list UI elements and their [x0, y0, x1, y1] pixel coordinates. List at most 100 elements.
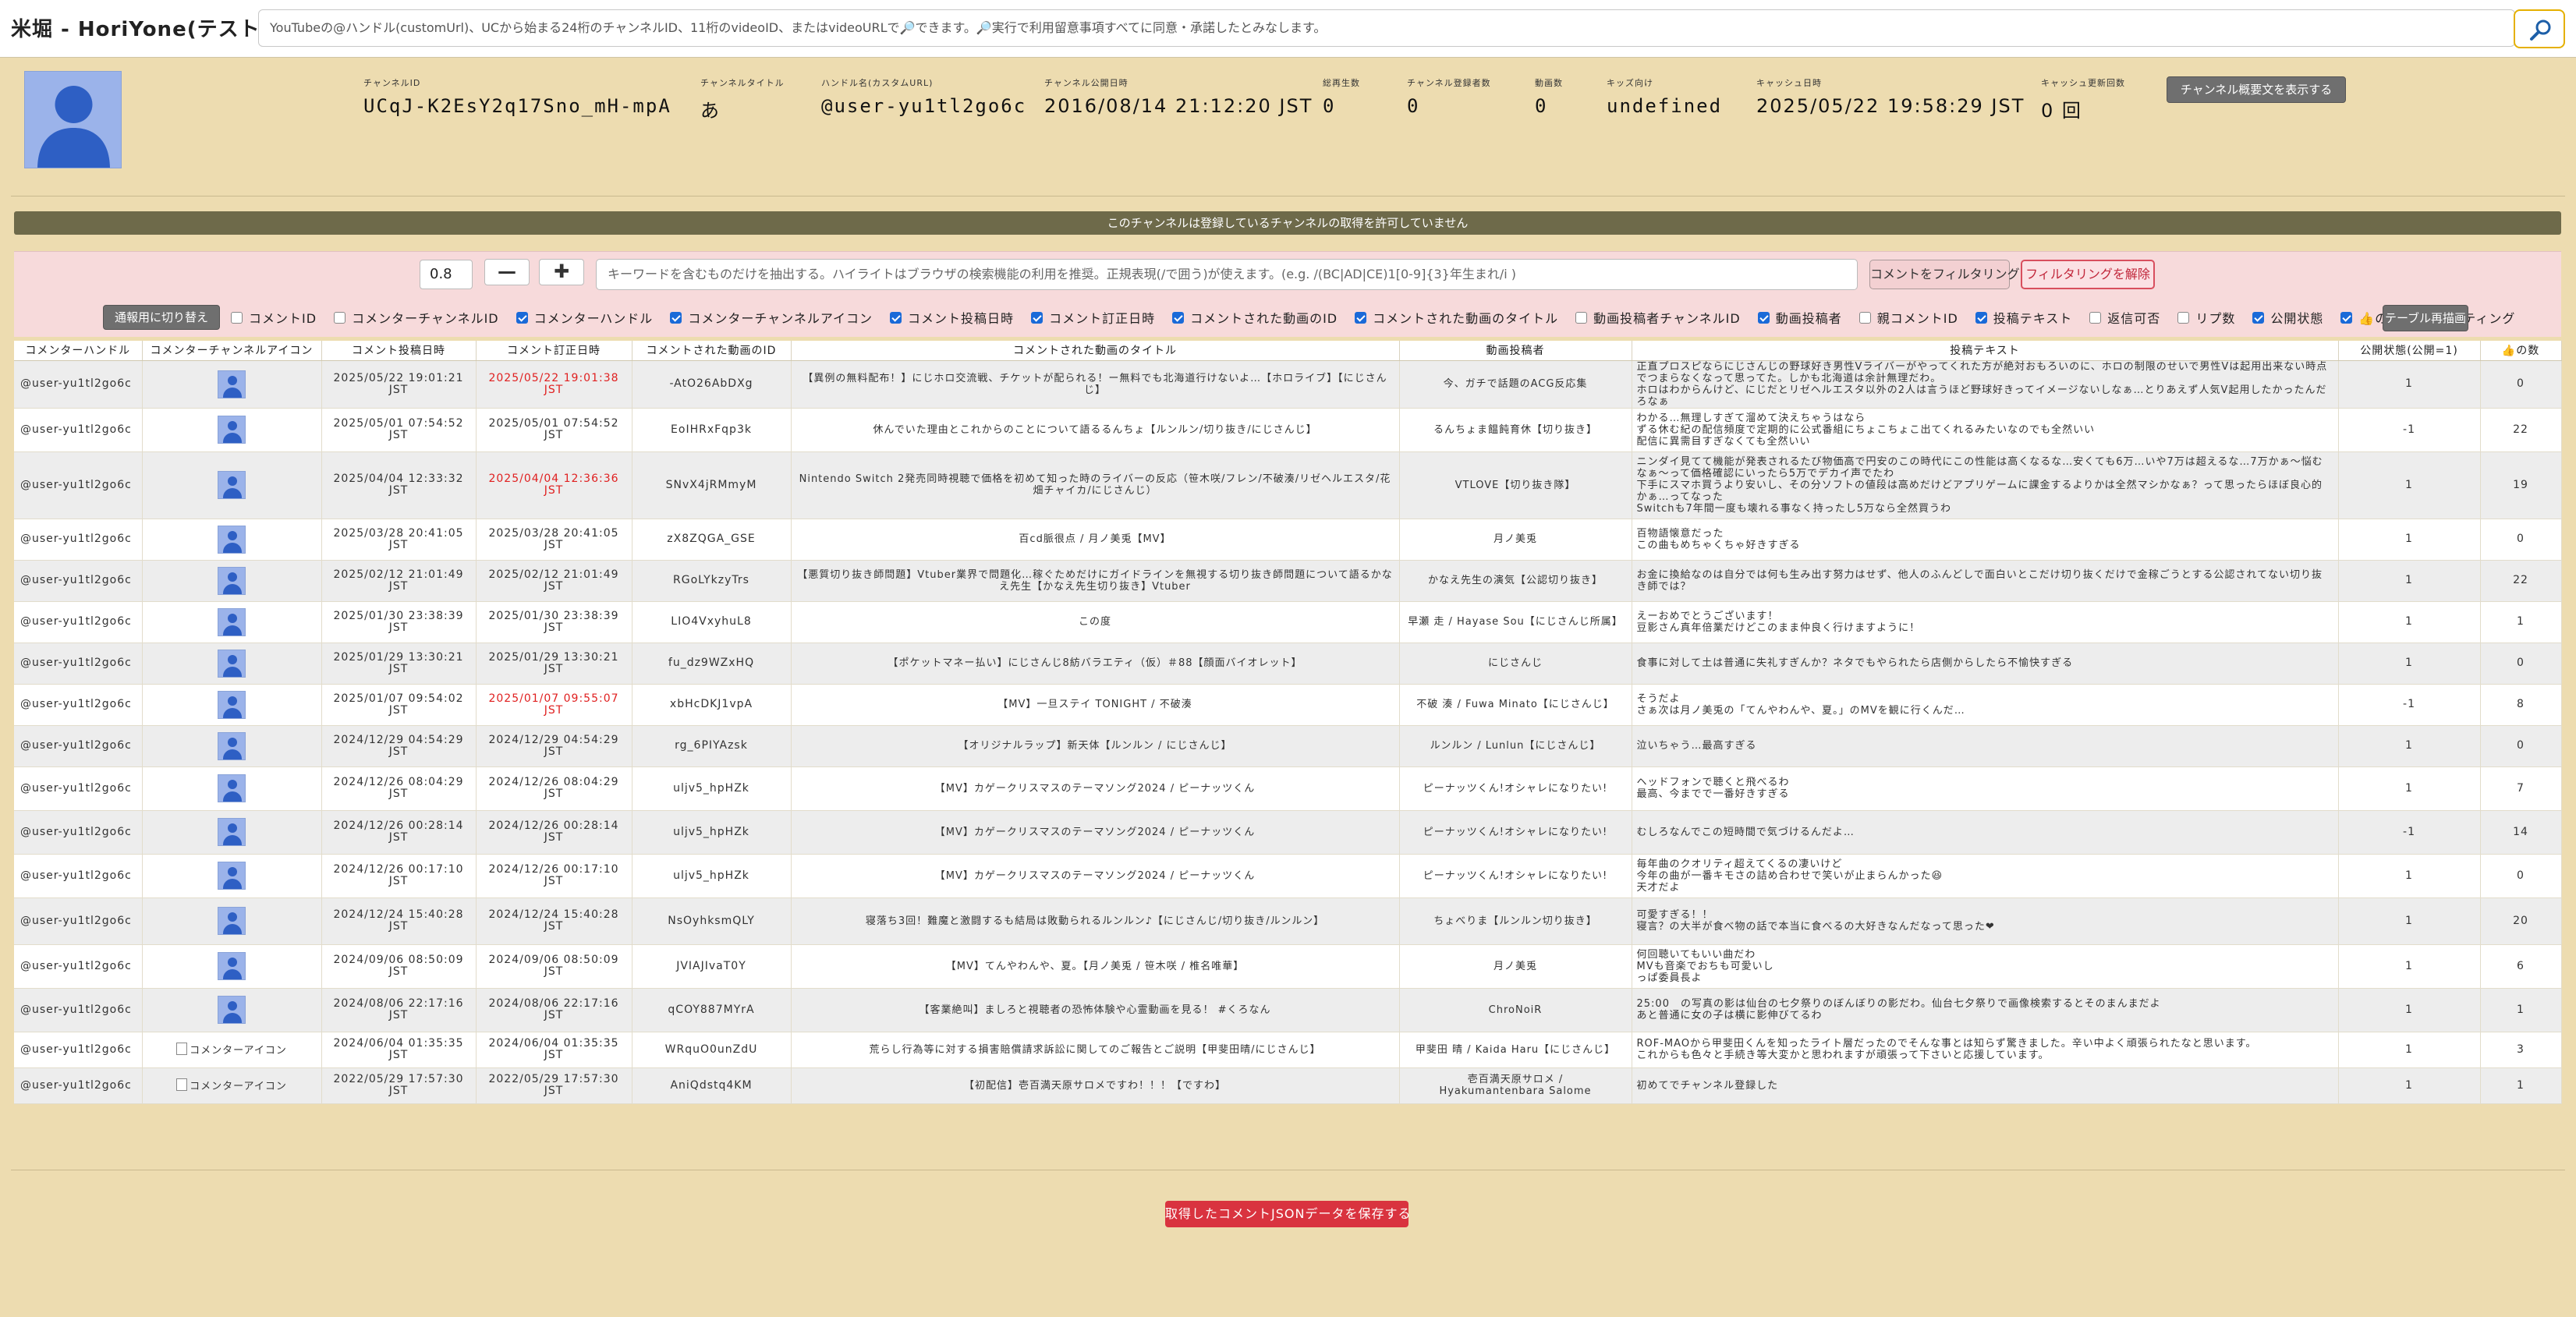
commenter-icon [142, 944, 322, 989]
public-status: -1 [2338, 684, 2481, 726]
edited-datetime: 2025/01/30 23:38:39 JST [476, 601, 632, 643]
comment-text: 正直プロスピならにじさんじの野球好き男性Vライバーがやってくれた方が絶対おもろい… [1632, 360, 2339, 409]
column-header[interactable]: コメント訂正日時 [476, 341, 632, 361]
commenter-handle: @user-yu1tl2go6c [14, 1067, 143, 1104]
checkbox-unchecked-icon[interactable] [2177, 311, 2190, 324]
keyword-filter-input[interactable]: キーワードを含むものだけを抽出する。ハイライトはブラウザの検索機能の利用を推奨。… [596, 259, 1858, 290]
column-toggle-10[interactable]: 親コメントID [1858, 308, 1958, 327]
channel-notice: このチャンネルは登録しているチャンネルの取得を許可していません [14, 211, 2561, 235]
column-toggle-6[interactable]: コメントされた動画のID [1172, 308, 1338, 327]
commenter-handle: @user-yu1tl2go6c [14, 1032, 143, 1068]
column-toggle-11[interactable]: 投稿テキスト [1975, 308, 2073, 327]
column-toggle-4[interactable]: コメント投稿日時 [890, 308, 1014, 327]
video-uploader: ちょべりま【ルンルン切り抜き】 [1399, 897, 1632, 945]
column-toggle-0[interactable]: コメントID [231, 308, 317, 327]
column-header[interactable]: コメントされた動画のタイトル [791, 341, 1400, 361]
checkbox-checked-icon[interactable] [1172, 311, 1185, 324]
posted-datetime: 2025/01/29 13:30:21 JST [321, 643, 477, 685]
checkbox-checked-icon[interactable] [1975, 311, 1987, 324]
commenter-handle: @user-yu1tl2go6c [14, 897, 143, 945]
comment-text: ROF-MAOから甲斐田くんを知ったライト層だったのでそんな事とは知らず驚きまし… [1632, 1032, 2339, 1068]
column-header[interactable]: 👍の数 [2480, 341, 2562, 361]
posted-datetime: 2025/01/30 23:38:39 JST [321, 601, 477, 643]
checkbox-checked-icon[interactable] [2252, 311, 2265, 324]
column-toggle-3[interactable]: コメンターチャンネルアイコン [670, 308, 873, 327]
column-header[interactable]: コメンターチャンネルアイコン [142, 341, 322, 361]
column-toggle-label: 親コメントID [1876, 311, 1958, 326]
column-toggle-9[interactable]: 動画投稿者 [1757, 308, 1842, 327]
edited-datetime: 2022/05/29 17:57:30 JST [476, 1067, 632, 1104]
video-uploader: 月ノ美兎 [1399, 944, 1632, 989]
user-avatar-icon [218, 996, 246, 1024]
posted-datetime: 2024/12/26 08:04:29 JST [321, 766, 477, 811]
checkbox-unchecked-icon[interactable] [334, 311, 346, 324]
video-uploader: ルンルン / Lunlun【にじさんじ】 [1399, 725, 1632, 767]
comment-text: 百物語懐意だった この曲もめちゃくちゃ好きすぎる [1632, 519, 2339, 561]
public-status: 1 [2338, 601, 2481, 643]
column-toggle-12[interactable]: 返信可否 [2089, 308, 2160, 327]
column-header[interactable]: コメント投稿日時 [321, 341, 477, 361]
checkbox-checked-icon[interactable] [1031, 311, 1044, 324]
save-json-button[interactable]: 取得したコメントJSONデータを保存する [1165, 1201, 1410, 1227]
subscribers-field: チャンネル登録者数 0 [1407, 78, 1491, 117]
public-status: -1 [2338, 408, 2481, 452]
video-id: -AtO26AbDXg [632, 360, 792, 409]
checkbox-checked-icon[interactable] [2340, 311, 2353, 324]
video-title: 【ポケットマネー払い】にじさんじ8紡バラエティ（仮）＃88【顔面バイオレット】 [791, 643, 1400, 685]
checkbox-unchecked-icon[interactable] [1858, 311, 1871, 324]
column-header[interactable]: 動画投稿者 [1399, 341, 1632, 361]
checkbox-unchecked-icon[interactable] [1575, 311, 1588, 324]
video-uploader: 不破 湊 / Fuwa Minato【にじさんじ】 [1399, 684, 1632, 726]
redraw-table-button[interactable]: テーブル再描画 [2383, 305, 2468, 331]
column-checkboxes: コメントID コメンターチャンネルID コメンターハンドル コメンターチャンネルアイコ… [231, 308, 2532, 327]
commenter-icon [142, 643, 322, 685]
subscribers-value: 0 [1407, 95, 1420, 117]
comment-text: 初めてでチャンネル登録した [1632, 1067, 2339, 1104]
column-toggle-label: 投稿テキスト [1993, 311, 2073, 326]
search-button[interactable] [2514, 9, 2565, 48]
comment-text: 毎年曲のクオリティ超えてくるの凄いけど 今年の曲が一番キモさの詰め合わせで笑いが… [1632, 854, 2339, 898]
like-count: 0 [2480, 360, 2562, 409]
column-toggle-7[interactable]: コメントされた動画のタイトル [1355, 308, 1558, 327]
checkbox-checked-icon[interactable] [516, 311, 528, 324]
clear-filter-button[interactable]: フィルタリングを解除 [2021, 260, 2155, 289]
commenter-handle: @user-yu1tl2go6c [14, 519, 143, 561]
public-status: 1 [2338, 897, 2481, 945]
column-toggle-1[interactable]: コメンターチャンネルID [334, 308, 499, 327]
toggle-report-view-button[interactable]: 通報用に切り替え [103, 305, 221, 330]
column-header[interactable]: 投稿テキスト [1632, 341, 2339, 361]
column-toggle-8[interactable]: 動画投稿者チャンネルID [1575, 308, 1741, 327]
checkbox-checked-icon[interactable] [890, 311, 902, 324]
video-title: Nintendo Switch 2発売同時視聴で価格を初めて知った時のライバーの… [791, 451, 1400, 519]
column-toggle-5[interactable]: コメント訂正日時 [1031, 308, 1155, 327]
column-toggle-2[interactable]: コメンターハンドル [516, 308, 654, 327]
checkbox-checked-icon[interactable] [670, 311, 682, 324]
column-header[interactable]: コメンターハンドル [14, 341, 143, 361]
comment-text: 何回聴いてもいい曲だわ MVも音楽でおちも可愛いし っぱ委員長よ [1632, 944, 2339, 989]
video-id: EoIHRxFqp3k [632, 408, 792, 452]
column-toggle-label: コメントされた動画のID [1190, 311, 1338, 326]
column-toggle-label: コメント訂正日時 [1049, 311, 1156, 326]
search-input[interactable]: YouTubeの@ハンドル(customUrl)、UCから始まる24桁のチャンネ… [258, 9, 2515, 47]
checkbox-unchecked-icon[interactable] [231, 311, 243, 324]
posted-datetime: 2025/05/01 07:54:52 JST [321, 408, 477, 452]
video-id: fu_dz9WZxHQ [632, 643, 792, 685]
column-header[interactable]: 公開状態(公開=1) [2338, 341, 2481, 361]
broken-image-icon: コメンターアイコン [176, 1081, 287, 1092]
edited-datetime: 2024/08/06 22:17:16 JST [476, 988, 632, 1032]
checkbox-checked-icon[interactable] [1757, 311, 1770, 324]
increment-button[interactable]: ✚ [539, 259, 584, 285]
column-header[interactable]: コメントされた動画のID [632, 341, 792, 361]
comment-text: 25:00 の写真の影は仙台の七夕祭りのぼんぼりの影だわ。仙台七夕祭りで画像検索… [1632, 988, 2339, 1032]
video-id: qCOY887MYrA [632, 988, 792, 1032]
column-toggle-14[interactable]: 公開状態 [2252, 308, 2323, 327]
column-toggle-13[interactable]: リプ数 [2177, 308, 2235, 327]
show-description-button[interactable]: チャンネル概要文を表示する [2167, 76, 2346, 103]
threshold-input[interactable]: 0.8 [420, 260, 473, 289]
edited-datetime: 2025/04/04 12:36:36 JST [476, 451, 632, 519]
posted-datetime: 2025/02/12 21:01:49 JST [321, 560, 477, 602]
decrement-button[interactable]: — [484, 259, 530, 285]
filter-comments-button[interactable]: コメントをフィルタリング [1869, 260, 2020, 289]
checkbox-checked-icon[interactable] [1355, 311, 1367, 324]
checkbox-unchecked-icon[interactable] [2089, 311, 2102, 324]
